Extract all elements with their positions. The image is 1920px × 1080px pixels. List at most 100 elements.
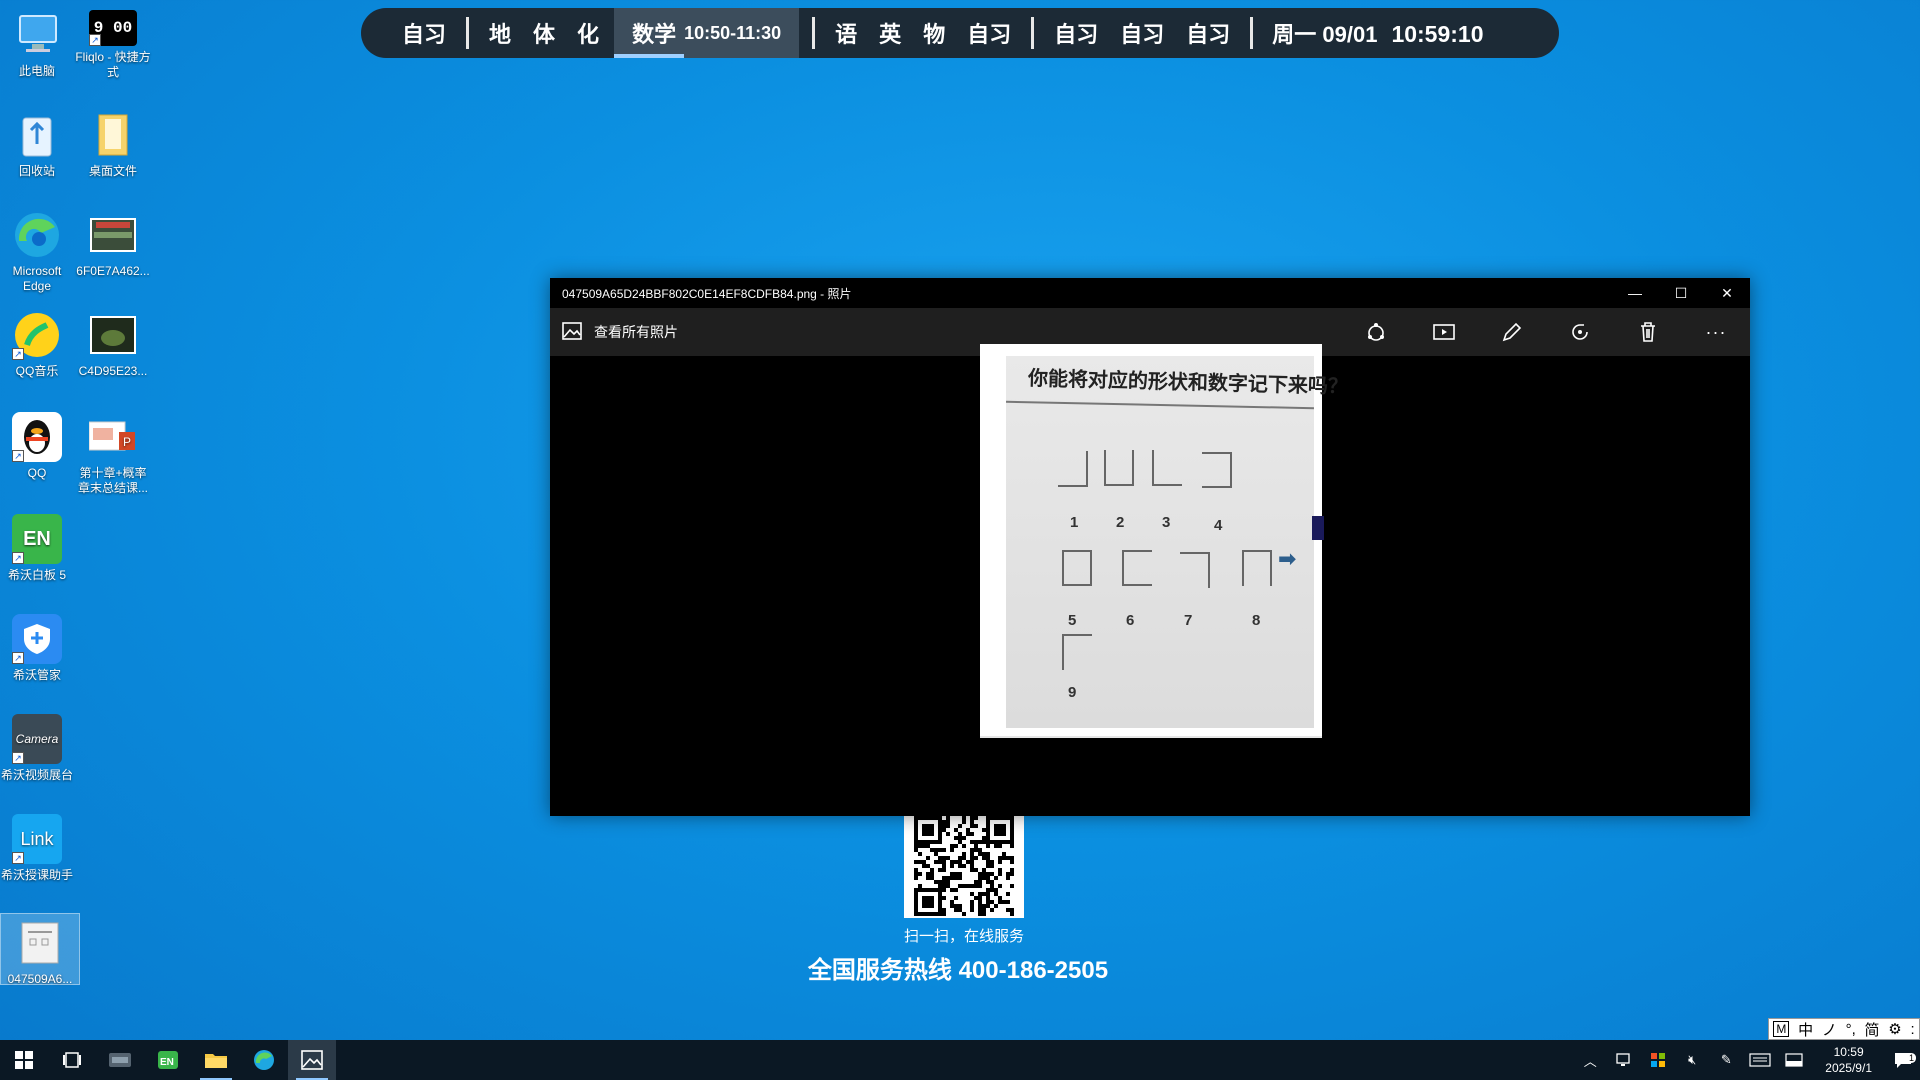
task-view-button[interactable] [48, 1040, 96, 1080]
desktop-icon-seewo-link[interactable]: Link ↗ 希沃授课助手 [0, 810, 76, 883]
powerpoint-file-icon: P [88, 412, 138, 462]
desktop-icon-image-6f0e[interactable]: 6F0E7A462... [74, 206, 152, 279]
security-shield-icon[interactable] [1641, 1052, 1675, 1068]
desktop-icon-this-pc[interactable]: 此电脑 [0, 6, 76, 79]
shape-9 [1062, 634, 1092, 670]
ime-halfwidth-icon[interactable]: ノ [1822, 1019, 1837, 1040]
desktop-icon-recycle-bin[interactable]: 回收站 [0, 106, 76, 179]
qr-caption: 扫一扫，在线服务 [903, 928, 1024, 945]
whiteboard-badge: EN [23, 527, 51, 550]
ime-mode[interactable]: M [1773, 1021, 1790, 1037]
shortcut-arrow-icon: ↗ [12, 852, 24, 864]
volume-muted-icon[interactable]: 🔇︎ [1675, 1052, 1709, 1068]
desktop-icon-desktop-files[interactable]: 桌面文件 [74, 106, 152, 179]
shape-7 [1180, 552, 1210, 588]
desktop-icon-qq-music[interactable]: ↗ QQ音乐 [0, 306, 76, 379]
touch-keyboard-icon[interactable] [1743, 1053, 1777, 1067]
desktop-icon-label: 回收站 [18, 164, 55, 178]
ime-punctuation-icon[interactable]: °, [1846, 1021, 1856, 1038]
heading-underline [1006, 400, 1314, 410]
shape-2 [1104, 450, 1134, 486]
worksheet-heading: 你能将对应的形状和数字记下来吗？ [1027, 367, 1349, 399]
desktop-icon-ppt[interactable]: P 第十章+概率章末总结课... [74, 408, 152, 496]
slideshow-button[interactable] [1410, 308, 1478, 356]
schedule-class: 自习 [967, 22, 1012, 47]
schedule-time: 10:59:10 [1391, 21, 1484, 47]
taskbar-clock[interactable]: 10:59 2025/9/1 [1811, 1044, 1886, 1076]
desktop-icon-qq[interactable]: ↗ QQ [0, 408, 76, 481]
desktop-icon-label: 此电脑 [18, 64, 55, 78]
shield-icon: ↗ [12, 614, 62, 664]
more-icon: ··· [1705, 321, 1727, 342]
more-options-button[interactable]: ··· [1682, 308, 1750, 356]
taskbar: EN ︿ 🔇︎ ✎ 10:59 2025/9/1 1 [0, 1040, 1920, 1080]
pen-icon[interactable]: ✎ [1709, 1052, 1743, 1068]
taskbar-app-seewo-camera[interactable] [96, 1040, 144, 1080]
network-icon[interactable] [1607, 1052, 1641, 1068]
shape-6 [1122, 550, 1152, 586]
window-titlebar[interactable]: 047509A65D24BBF802C0E14EF8CDFB84.png - 照… [550, 278, 1750, 308]
shortcut-arrow-icon: ↗ [12, 450, 24, 462]
ime-more-icon[interactable]: : [1910, 1021, 1914, 1038]
shape-number: 4 [1214, 517, 1223, 534]
ime-simplified[interactable]: 简 [1865, 1019, 1880, 1040]
maximize-icon: ☐ [1674, 284, 1688, 301]
desktop-icon-image-c4d9[interactable]: C4D95E23... [74, 306, 152, 379]
tray-overflow-chevron-icon[interactable]: ︿ [1573, 1051, 1607, 1070]
folder-icon [88, 110, 138, 160]
delete-button[interactable] [1614, 308, 1682, 356]
camera-badge: Camera [15, 731, 59, 746]
schedule-date: 周一 09/01 [1272, 22, 1378, 47]
schedule-clock: 周一 09/01 10:59:10 [1272, 17, 1483, 49]
taskbar-app-edge[interactable] [240, 1040, 288, 1080]
arrow-icon: ➡ [1278, 546, 1297, 571]
taskbar-app-file-explorer[interactable] [192, 1040, 240, 1080]
shape-number: 6 [1126, 612, 1135, 629]
photo-viewer-canvas[interactable]: 你能将对应的形状和数字记下来吗？ 1 2 3 4 5 6 7 8 9 ➡ [550, 344, 1750, 816]
start-button[interactable] [0, 1040, 48, 1080]
ime-settings-icon[interactable]: ⚙ [1888, 1020, 1901, 1038]
desktop-icon-seewo-manager[interactable]: ↗ 希沃管家 [0, 610, 76, 683]
taskbar-date: 2025/9/1 [1825, 1061, 1872, 1075]
shape-3 [1152, 450, 1182, 486]
shortcut-arrow-icon: ↗ [12, 752, 24, 764]
ime-toolbar[interactable]: M 中 ノ °, 简 ⚙ : [1768, 1018, 1920, 1040]
qq-penguin-icon: ↗ [12, 412, 62, 462]
schedule-divider [466, 17, 470, 49]
taskbar-app-seewo-whiteboard[interactable]: EN [144, 1040, 192, 1080]
link-badge: Link [20, 828, 54, 849]
link-app-icon: Link ↗ [12, 814, 62, 864]
close-button[interactable]: ✕ [1704, 278, 1750, 308]
image-thumbnail-icon [88, 310, 138, 360]
shortcut-arrow-icon: ↗ [12, 652, 24, 664]
photo-edge-mark [1312, 516, 1324, 540]
shape-number: 3 [1162, 514, 1171, 531]
minimize-icon: — [1628, 285, 1642, 301]
schedule-class: 化 [577, 22, 600, 47]
desktop-icon-seewo-whiteboard[interactable]: EN ↗ 希沃白板 5 [0, 510, 76, 583]
taskbar-app-photos[interactable] [288, 1040, 336, 1080]
shape-number: 2 [1116, 514, 1125, 531]
schedule-class: 自习 [402, 22, 447, 47]
input-indicator-icon[interactable] [1777, 1053, 1811, 1067]
schedule-class: 自习 [1186, 22, 1231, 47]
qq-music-icon: ↗ [12, 310, 62, 360]
view-all-photos-button[interactable]: 查看所有照片 [562, 321, 1342, 343]
edit-button[interactable] [1478, 308, 1546, 356]
maximize-button[interactable]: ☐ [1658, 278, 1704, 308]
desktop-icon-seewo-camera[interactable]: Camera ↗ 希沃视频展台 [0, 710, 76, 783]
shape-number: 9 [1068, 684, 1077, 701]
desktop-icon-fliqlo[interactable]: 9 00 ↗ Fliqlo - 快捷方式 [74, 6, 152, 80]
minimize-button[interactable]: — [1612, 278, 1658, 308]
desktop-icon-label: Fliqlo - 快捷方式 [75, 50, 151, 79]
schedule-class: 地 [489, 22, 512, 47]
ime-chinese[interactable]: 中 [1798, 1019, 1813, 1040]
current-class-name: 数学 [632, 22, 677, 47]
schedule-divider [812, 17, 816, 49]
enhance-button[interactable] [1342, 308, 1410, 356]
rotate-button[interactable] [1546, 308, 1614, 356]
shape-number: 1 [1070, 514, 1079, 531]
clock-icon: 9 00 ↗ [89, 10, 137, 46]
action-center-button[interactable]: 1 [1886, 1051, 1920, 1069]
desktop-icon-edge[interactable]: Microsoft Edge [0, 206, 76, 294]
